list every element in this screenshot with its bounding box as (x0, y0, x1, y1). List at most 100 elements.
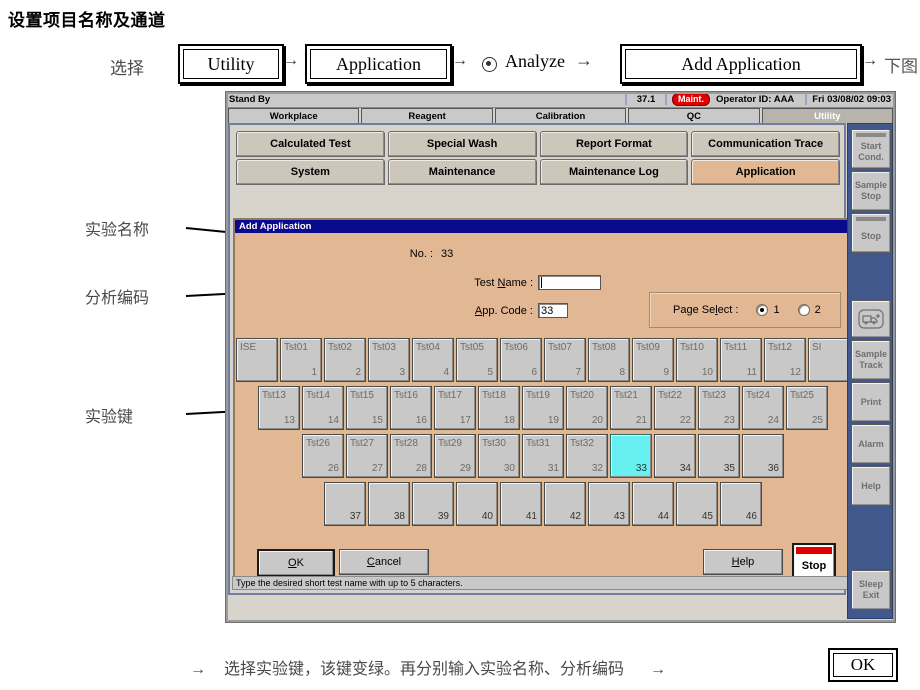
subtab-application[interactable]: Application (691, 159, 840, 185)
flow-arrow-4: → (862, 52, 878, 69)
test-key-Tst03[interactable]: Tst03 3 (368, 338, 410, 382)
test-key-Tst28[interactable]: Tst28 28 (390, 434, 432, 478)
subtab-maintenance[interactable]: Maintenance (387, 159, 537, 185)
subtab-report-format[interactable]: Report Format (539, 131, 689, 157)
test-key-46[interactable]: 46 (720, 482, 762, 526)
test-key-Tst08[interactable]: Tst08 8 (588, 338, 630, 382)
test-key-35[interactable]: 35 (698, 434, 740, 478)
test-name-input[interactable] (538, 275, 601, 290)
field-no: No. : 33 (397, 248, 453, 260)
stop-button[interactable]: Stop (792, 543, 836, 579)
test-key-Tst11[interactable]: Tst11 11 (720, 338, 762, 382)
subtab-communication-trace[interactable]: Communication Trace (691, 131, 840, 157)
test-key-Tst27[interactable]: Tst27 27 (346, 434, 388, 478)
subtab-calculated-test[interactable]: Calculated Test (236, 131, 385, 157)
test-key-Tst10[interactable]: Tst10 10 (676, 338, 718, 382)
flow-step-ok-label: OK (833, 653, 893, 677)
test-key-34[interactable]: 34 (654, 434, 696, 478)
test-key-Tst04[interactable]: Tst04 4 (412, 338, 454, 382)
test-key-Tst32[interactable]: Tst32 32 (566, 434, 608, 478)
test-key-Tst16[interactable]: Tst16 16 (390, 386, 432, 430)
test-key-Tst01[interactable]: Tst01 1 (280, 338, 322, 382)
utility-panel: Calculated Test Special Wash Report Form… (228, 123, 853, 595)
rail-button-alarm[interactable]: Alarm (851, 424, 891, 464)
test-key-SI[interactable]: SI (808, 338, 850, 382)
test-key-40[interactable]: 40 (456, 482, 498, 526)
test-key-Tst23[interactable]: Tst23 23 (698, 386, 740, 430)
test-key-Tst30[interactable]: Tst30 30 (478, 434, 520, 478)
test-key-Tst02[interactable]: Tst02 2 (324, 338, 366, 382)
test-key-ISE[interactable]: ISE (236, 338, 278, 382)
field-test-name-label: Test Name : (474, 276, 533, 289)
ok-button[interactable]: OK (257, 549, 335, 577)
subtab-system[interactable]: System (236, 159, 385, 185)
subtab-special-wash[interactable]: Special Wash (387, 131, 537, 157)
test-key-Tst18[interactable]: Tst18 18 (478, 386, 520, 430)
test-key-43[interactable]: 43 (588, 482, 630, 526)
status-divider (625, 94, 627, 105)
test-key-37[interactable]: 37 (324, 482, 366, 526)
test-key-number: 33 (635, 463, 647, 474)
test-key-Tst14[interactable]: Tst14 14 (302, 386, 344, 430)
stop-red-bar-icon (796, 547, 832, 554)
test-key-Tst06[interactable]: Tst06 6 (500, 338, 542, 382)
rail-button-start-cond[interactable]: Start Cond. (851, 129, 891, 169)
tab-workplace[interactable]: Workplace (228, 108, 360, 123)
test-key-41[interactable]: 41 (500, 482, 542, 526)
test-key-number: 41 (525, 511, 537, 522)
test-key-36[interactable]: 36 (742, 434, 784, 478)
rail-button-sample-track[interactable]: Sample Track (851, 340, 891, 380)
tab-qc[interactable]: QC (628, 108, 760, 123)
rail-button-help[interactable]: Help (851, 466, 891, 506)
test-key-number: 30 (503, 463, 515, 474)
subtab-maintenance-log[interactable]: Maintenance Log (539, 159, 689, 185)
test-key-Tst24[interactable]: Tst24 24 (742, 386, 784, 430)
test-key-Tst09[interactable]: Tst09 9 (632, 338, 674, 382)
rail-button-sleep-exit[interactable]: Sleep Exit (851, 570, 891, 610)
test-key-Tst07[interactable]: Tst07 7 (544, 338, 586, 382)
test-key-Tst29[interactable]: Tst29 29 (434, 434, 476, 478)
app-code-input[interactable]: 33 (538, 303, 568, 318)
rail-button-stop[interactable]: Stop (851, 213, 891, 253)
page-select-option-2[interactable]: 2 (797, 304, 821, 316)
rail-button-sample-stop[interactable]: Sample Stop (851, 171, 891, 211)
help-button[interactable]: Help (703, 549, 783, 575)
test-key-number: 4 (443, 367, 449, 378)
test-key-Tst31[interactable]: Tst31 31 (522, 434, 564, 478)
test-key-Tst15[interactable]: Tst15 15 (346, 386, 388, 430)
test-key-33[interactable]: 33 (610, 434, 652, 478)
test-key-Tst26[interactable]: Tst26 26 (302, 434, 344, 478)
rail-button-print[interactable]: Print (851, 382, 891, 422)
message-bar: Type the desired short test name with up… (232, 576, 850, 590)
test-key-number: 27 (371, 463, 383, 474)
test-key-name: Tst07 (548, 342, 572, 353)
page-select-option-1[interactable]: 1 (756, 304, 780, 316)
bottom-arrow-1: → (190, 661, 206, 678)
tab-utility[interactable]: Utility (761, 108, 894, 123)
test-key-Tst25[interactable]: Tst25 25 (786, 386, 828, 430)
tab-calibration[interactable]: Calibration (494, 108, 627, 123)
test-key-Tst17[interactable]: Tst17 17 (434, 386, 476, 430)
test-key-name: Tst19 (526, 390, 550, 401)
test-key-38[interactable]: 38 (368, 482, 410, 526)
cancel-button[interactable]: Cancel (339, 549, 429, 575)
test-key-45[interactable]: 45 (676, 482, 718, 526)
dialog-body: No. : 33 Test Name : App. Code : 33 Page… (235, 233, 851, 592)
tab-reagent[interactable]: Reagent (361, 108, 493, 123)
test-key-number: 7 (575, 367, 581, 378)
test-key-number: 38 (393, 511, 405, 522)
test-key-42[interactable]: 42 (544, 482, 586, 526)
test-key-Tst22[interactable]: Tst22 22 (654, 386, 696, 430)
test-key-44[interactable]: 44 (632, 482, 674, 526)
test-key-Tst21[interactable]: Tst21 21 (610, 386, 652, 430)
test-key-Tst05[interactable]: Tst05 5 (456, 338, 498, 382)
test-key-name: Tst20 (570, 390, 594, 401)
rail-button-sample-load[interactable] (851, 300, 891, 338)
test-key-Tst19[interactable]: Tst19 19 (522, 386, 564, 430)
test-key-number: 12 (789, 367, 801, 378)
test-key-Tst20[interactable]: Tst20 20 (566, 386, 608, 430)
test-key-39[interactable]: 39 (412, 482, 454, 526)
test-key-Tst12[interactable]: Tst12 12 (764, 338, 806, 382)
annotation-app-code: 分析编码 (85, 290, 150, 307)
test-key-Tst13[interactable]: Tst13 13 (258, 386, 300, 430)
